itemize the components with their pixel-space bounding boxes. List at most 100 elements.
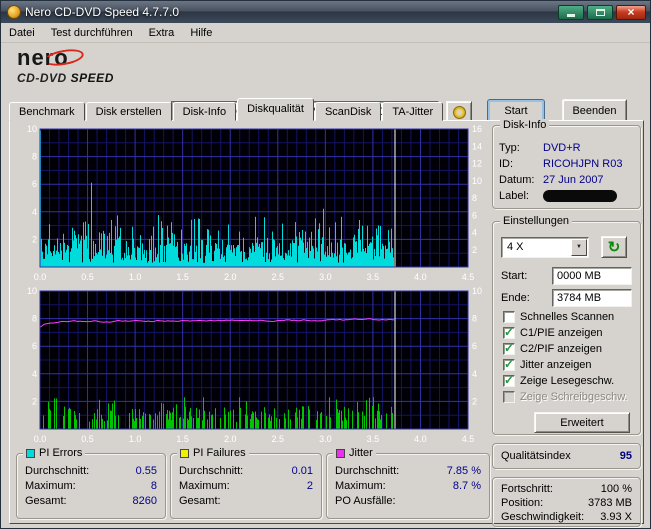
menu-item-extra[interactable]: Extra xyxy=(141,23,183,43)
svg-text:8: 8 xyxy=(32,314,37,324)
stat-label: PO Ausfälle: xyxy=(335,494,396,509)
menu-item-datei[interactable]: Datei xyxy=(1,23,43,43)
disk-info-group: Disk-Info Typ:DVD+RID:RICOHJPN R03Datum:… xyxy=(492,125,641,209)
checkbox-label: Zeige Lesegeschw. xyxy=(520,375,614,387)
menu-bar: DateiTest durchführenExtraHilfe xyxy=(1,23,650,43)
status-label: Fortschritt: xyxy=(501,482,553,496)
tab-ta-jitter[interactable]: TA-Jitter xyxy=(382,102,443,121)
stat-row-durchschnitt: Durchschnitt: 7.85 % xyxy=(335,464,481,479)
svg-text:3.5: 3.5 xyxy=(367,272,380,282)
checkbox-label: Jitter anzeigen xyxy=(520,359,592,371)
quality-index-value: 95 xyxy=(620,450,632,462)
toolbar: nero CD-DVDSPEED [2:0] LITE-ON DVDRW SHM… xyxy=(1,43,650,98)
end-field-row: Ende: 3784 MB xyxy=(501,287,632,309)
svg-text:12: 12 xyxy=(472,159,482,169)
svg-text:6: 6 xyxy=(472,341,477,351)
checkbox-zeige-lesegeschw[interactable]: ✓ Zeige Lesegeschw. xyxy=(503,373,634,389)
stat-value: 7.85 % xyxy=(447,464,481,479)
maximize-icon xyxy=(596,9,605,16)
tab-benchmark[interactable]: Benchmark xyxy=(9,102,85,121)
stat-row-durchschnitt: Durchschnitt:0.55 xyxy=(25,464,157,479)
svg-text:4.5: 4.5 xyxy=(462,434,475,444)
settings-title: Einstellungen xyxy=(500,215,572,227)
legend-swatch xyxy=(26,449,35,458)
minimize-icon xyxy=(567,14,575,17)
stat-label: Durchschnitt: xyxy=(179,464,243,479)
close-button[interactable]: × xyxy=(616,5,646,20)
checkbox-box: ✓ xyxy=(503,327,515,339)
speed-select[interactable]: 4 X ▼ xyxy=(501,237,589,258)
window-title: Nero CD-DVD Speed 4.7.7.0 xyxy=(25,5,555,19)
svg-text:0.0: 0.0 xyxy=(34,434,47,444)
tab-strip: BenchmarkDisk erstellenDisk-InfoDiskqual… xyxy=(9,98,444,121)
stats-box-pi-errors: PI ErrorsDurchschnitt:0.55Maximum:8Gesam… xyxy=(16,453,166,519)
checkbox-zeige-schreibgeschw[interactable]: Zeige Schreibgeschw. xyxy=(503,389,634,405)
tab-scandisk[interactable]: ScanDisk xyxy=(315,102,381,121)
advanced-button[interactable]: Erweitert xyxy=(534,412,630,433)
checkbox-c2-pif-anzeigen[interactable]: ✓C2/PIF anzeigen xyxy=(503,341,634,357)
refresh-button[interactable]: ↻ xyxy=(601,236,627,258)
status-value: 100 % xyxy=(601,482,632,496)
stats-box-title-text: PI Errors xyxy=(39,447,82,459)
checkbox-schnelles-scannen[interactable]: Schnelles Scannen xyxy=(503,309,634,325)
svg-text:8: 8 xyxy=(32,152,37,162)
chevron-down-icon[interactable]: ▼ xyxy=(571,239,587,256)
stat-row-maximum: Maximum:2 xyxy=(179,479,313,494)
tab-disk-erstellen[interactable]: Disk erstellen xyxy=(86,102,172,121)
app-window: Nero CD-DVD Speed 4.7.7.0 × DateiTest du… xyxy=(0,0,651,529)
end-field-label: Ende: xyxy=(501,292,552,304)
checkbox-c1-pie-anzeigen[interactable]: ✓ C1/PIE anzeigen xyxy=(503,325,634,341)
menu-item-test-durchfuhren[interactable]: Test durchführen xyxy=(43,23,141,43)
stats-box-title-text: PI Failures xyxy=(193,447,246,459)
svg-text:1.0: 1.0 xyxy=(129,272,142,282)
nero-logo-wordmark: nero xyxy=(17,45,157,71)
check-icon: ✓ xyxy=(504,341,514,355)
tab-disk-info[interactable]: Disk-Info xyxy=(173,102,236,121)
disc-icon xyxy=(453,106,466,119)
start-field-row: Start: 0000 MB xyxy=(501,265,632,287)
disk-info-row-label: Label: xyxy=(499,188,634,204)
checkbox-jitter-anzeigen[interactable]: ✓ Jitter anzeigen xyxy=(503,357,634,373)
progress-box: Fortschritt:100 %Position:3783 MBGeschwi… xyxy=(492,477,641,527)
quality-index-box: Qualitätsindex 95 xyxy=(492,443,641,469)
checkbox-label: C1/PIE anzeigen xyxy=(520,327,603,339)
svg-text:2.0: 2.0 xyxy=(224,434,237,444)
disk-info-value: DVD+R xyxy=(543,140,581,156)
logo-product-line: CD-DVD xyxy=(17,71,67,85)
svg-text:1.5: 1.5 xyxy=(176,272,189,282)
check-icon: ✓ xyxy=(504,325,514,339)
stat-label: Durchschnitt: xyxy=(335,464,399,479)
stats-box-pi-failures: PI FailuresDurchschnitt:0.01Maximum:2Ges… xyxy=(170,453,322,519)
svg-text:2: 2 xyxy=(472,396,477,406)
stats-box-title: Jitter xyxy=(333,447,376,459)
svg-text:0.5: 0.5 xyxy=(81,434,94,444)
legend-swatch xyxy=(180,449,189,458)
svg-text:4: 4 xyxy=(32,207,37,217)
svg-text:4.0: 4.0 xyxy=(414,434,427,444)
svg-text:4: 4 xyxy=(472,228,477,238)
redacted-label-value xyxy=(543,190,617,202)
stat-row-maximum: Maximum:8.7 % xyxy=(335,479,481,494)
checkbox-box: ✓ xyxy=(503,359,515,371)
menu-item-hilfe[interactable]: Hilfe xyxy=(182,23,220,43)
stat-label: Maximum: xyxy=(335,479,386,494)
stats-box-jitter: JitterDurchschnitt:7.85 %Maximum:8.7 %PO… xyxy=(326,453,490,519)
disk-info-value: RICOHJPN R03 xyxy=(543,156,622,172)
stat-label: Gesamt: xyxy=(179,494,221,509)
disk-info-title: Disk-Info xyxy=(500,119,549,131)
end-field[interactable]: 3784 MB xyxy=(552,289,632,307)
settings-checkboxes: Schnelles Scannen✓C1/PIE anzeigen✓C2/PIF… xyxy=(499,309,634,405)
legend-swatch xyxy=(336,449,345,458)
start-field[interactable]: 0000 MB xyxy=(552,267,632,285)
svg-text:1.0: 1.0 xyxy=(129,434,142,444)
check-icon: ✓ xyxy=(504,373,514,387)
svg-text:10: 10 xyxy=(472,287,482,296)
maximize-button[interactable] xyxy=(587,5,613,20)
svg-text:3.0: 3.0 xyxy=(319,434,332,444)
checkbox-label: Zeige Schreibgeschw. xyxy=(520,391,628,403)
svg-text:2: 2 xyxy=(472,245,477,255)
tab-diskqualitat[interactable]: Diskqualität xyxy=(237,98,314,121)
status-row-geschwindigkeit: Geschwindigkeit:3.93 X xyxy=(501,510,632,524)
minimize-button[interactable] xyxy=(558,5,584,20)
svg-text:1.5: 1.5 xyxy=(176,434,189,444)
